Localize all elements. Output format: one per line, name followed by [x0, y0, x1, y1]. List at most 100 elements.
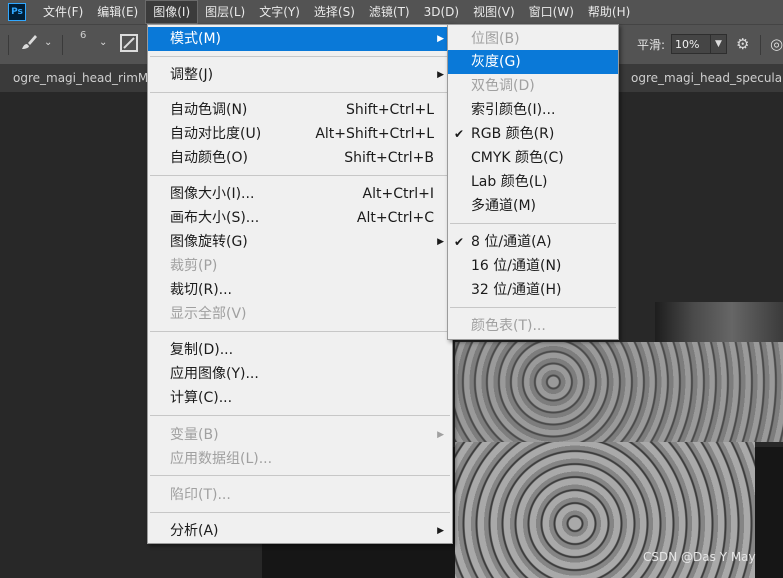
- menu-item-adjustments[interactable]: 调整(J) ▶: [148, 63, 452, 87]
- photoshop-logo-icon: Ps: [8, 3, 26, 21]
- brush-tool-icon[interactable]: [20, 33, 38, 55]
- pressure-icon[interactable]: ◎: [770, 35, 783, 53]
- menu-select[interactable]: 选择(S): [307, 0, 362, 24]
- tab-rimmask[interactable]: ogre_magi_head_rimMask: [0, 64, 150, 92]
- menu-item-reveal-all: 显示全部(V): [148, 302, 452, 326]
- menu-item-variables: 变量(B) ▶: [148, 423, 452, 447]
- tool-preset-dropdown-icon[interactable]: ⌄: [44, 37, 52, 48]
- options-divider: [760, 35, 761, 55]
- menu-item-label: 画布大小(S)...: [170, 210, 260, 226]
- menu-item-label: 图像旋转(G): [170, 234, 248, 250]
- menu-separator: [450, 307, 616, 308]
- smoothing-label: 平滑:: [637, 38, 666, 52]
- menu-item-image-size[interactable]: 图像大小(I)... Alt+Ctrl+I: [148, 182, 452, 206]
- menu-item-analysis[interactable]: 分析(A) ▶: [148, 519, 452, 543]
- menu-item-label: CMYK 颜色(C): [471, 150, 564, 166]
- menu-item-label: 颜色表(T)...: [471, 318, 546, 334]
- menu-image[interactable]: 图像(I): [145, 0, 199, 24]
- submenu-arrow-icon: ▶: [437, 430, 444, 440]
- menu-item-apply-image[interactable]: 应用图像(Y)...: [148, 362, 452, 386]
- menu-type[interactable]: 文字(Y): [252, 0, 307, 24]
- menu-item-label: 应用数据组(L)...: [170, 451, 273, 467]
- checkmark-icon: ✔: [454, 127, 465, 141]
- submenu-arrow-icon: ▶: [437, 526, 444, 536]
- menu-item-label: 双色调(D): [471, 78, 535, 94]
- mode-8-bits[interactable]: ✔ 8 位/通道(A): [448, 230, 618, 254]
- menu-3d[interactable]: 3D(D): [417, 0, 466, 24]
- image-menu: 模式(M) ▶ 调整(J) ▶ 自动色调(N) Shift+Ctrl+L 自动对…: [147, 24, 453, 544]
- brush-preset-dropdown-icon[interactable]: ⌄: [99, 37, 107, 48]
- menu-item-calculations[interactable]: 计算(C)...: [148, 386, 452, 410]
- menu-item-label: 模式(M): [170, 31, 222, 47]
- menu-item-auto-color[interactable]: 自动颜色(O) Shift+Ctrl+B: [148, 146, 452, 170]
- mode-16-bits[interactable]: 16 位/通道(N): [448, 254, 618, 278]
- menu-separator: [150, 56, 450, 57]
- watermark: CSDN @Das Y May: [643, 550, 756, 564]
- mode-cmyk-color[interactable]: CMYK 颜色(C): [448, 146, 618, 170]
- menu-item-label: 图像大小(I)...: [170, 186, 255, 202]
- menu-view[interactable]: 视图(V): [466, 0, 522, 24]
- mode-rgb-color[interactable]: ✔ RGB 颜色(R): [448, 122, 618, 146]
- menu-item-label: 自动颜色(O): [170, 150, 248, 166]
- menu-item-apply-data-set: 应用数据组(L)...: [148, 447, 452, 471]
- menu-item-shortcut: Alt+Ctrl+C: [356, 210, 434, 226]
- menu-item-label: 16 位/通道(N): [471, 258, 562, 274]
- menu-file[interactable]: 文件(F): [36, 0, 90, 24]
- menu-item-duplicate[interactable]: 复制(D)...: [148, 338, 452, 362]
- menu-item-label: 计算(C)...: [170, 390, 233, 406]
- menu-separator: [150, 175, 450, 176]
- menu-separator: [150, 331, 450, 332]
- menu-item-auto-tone[interactable]: 自动色调(N) Shift+Ctrl+L: [148, 98, 452, 122]
- menu-item-mode[interactable]: 模式(M) ▶: [148, 27, 452, 51]
- menu-window[interactable]: 窗口(W): [522, 0, 581, 24]
- menu-separator: [150, 92, 450, 93]
- menu-item-crop: 裁剪(P): [148, 254, 452, 278]
- menu-separator: [150, 415, 450, 416]
- gear-icon[interactable]: ⚙: [736, 35, 749, 53]
- mode-bitmap: 位图(B): [448, 27, 618, 51]
- smoothing-input[interactable]: 10%: [671, 34, 711, 54]
- menu-item-label: 调整(J): [170, 67, 214, 83]
- menu-layer[interactable]: 图层(L): [198, 0, 252, 24]
- tab-specularmask[interactable]: ogre_magi_head_specularMa: [618, 64, 783, 92]
- menu-item-label: 陷印(T)...: [170, 487, 231, 503]
- menu-item-label: 分析(A): [170, 523, 219, 539]
- options-divider: [8, 35, 9, 55]
- menu-separator: [150, 512, 450, 513]
- menu-item-shortcut: Shift+Ctrl+B: [344, 150, 434, 166]
- mode-grayscale[interactable]: 灰度(G): [448, 50, 618, 74]
- menu-item-label: RGB 颜色(R): [471, 126, 555, 142]
- menu-item-label: 裁剪(P): [170, 258, 218, 274]
- smoothing-dropdown-icon[interactable]: ▼: [711, 34, 727, 54]
- menu-item-label: 复制(D)...: [170, 342, 234, 358]
- menu-item-label: 位图(B): [471, 31, 520, 47]
- menu-bar: Ps 文件(F) 编辑(E) 图像(I) 图层(L) 文字(Y) 选择(S) 滤…: [0, 0, 783, 24]
- menu-edit[interactable]: 编辑(E): [90, 0, 145, 24]
- menu-item-label: 变量(B): [170, 427, 219, 443]
- mode-lab-color[interactable]: Lab 颜色(L): [448, 170, 618, 194]
- menu-help[interactable]: 帮助(H): [581, 0, 637, 24]
- menu-item-label: 显示全部(V): [170, 306, 247, 322]
- brush-size-value[interactable]: 6: [80, 30, 86, 41]
- menu-item-trap: 陷印(T)...: [148, 483, 452, 507]
- menu-item-label: Lab 颜色(L): [471, 174, 548, 190]
- menu-separator: [450, 223, 616, 224]
- brush-settings-icon[interactable]: [120, 34, 138, 56]
- menu-item-shortcut: Alt+Shift+Ctrl+L: [315, 126, 434, 142]
- mode-multichannel[interactable]: 多通道(M): [448, 194, 618, 218]
- menu-item-shortcut: Shift+Ctrl+L: [346, 102, 434, 118]
- menu-item-label: 应用图像(Y)...: [170, 366, 259, 382]
- menu-item-canvas-size[interactable]: 画布大小(S)... Alt+Ctrl+C: [148, 206, 452, 230]
- menu-item-label: 多通道(M): [471, 198, 537, 214]
- menu-item-trim[interactable]: 裁切(R)...: [148, 278, 452, 302]
- menu-item-label: 8 位/通道(A): [471, 234, 552, 250]
- menu-item-label: 索引颜色(I)...: [471, 102, 556, 118]
- menu-filter[interactable]: 滤镜(T): [362, 0, 417, 24]
- mode-32-bits[interactable]: 32 位/通道(H): [448, 278, 618, 302]
- mode-indexed-color[interactable]: 索引颜色(I)...: [448, 98, 618, 122]
- menu-item-image-rotation[interactable]: 图像旋转(G) ▶: [148, 230, 452, 254]
- submenu-arrow-icon: ▶: [437, 34, 444, 44]
- menu-item-shortcut: Alt+Ctrl+I: [362, 186, 434, 202]
- mode-submenu: 位图(B) 灰度(G) 双色调(D) 索引颜色(I)... ✔ RGB 颜色(R…: [447, 24, 619, 340]
- menu-item-auto-contrast[interactable]: 自动对比度(U) Alt+Shift+Ctrl+L: [148, 122, 452, 146]
